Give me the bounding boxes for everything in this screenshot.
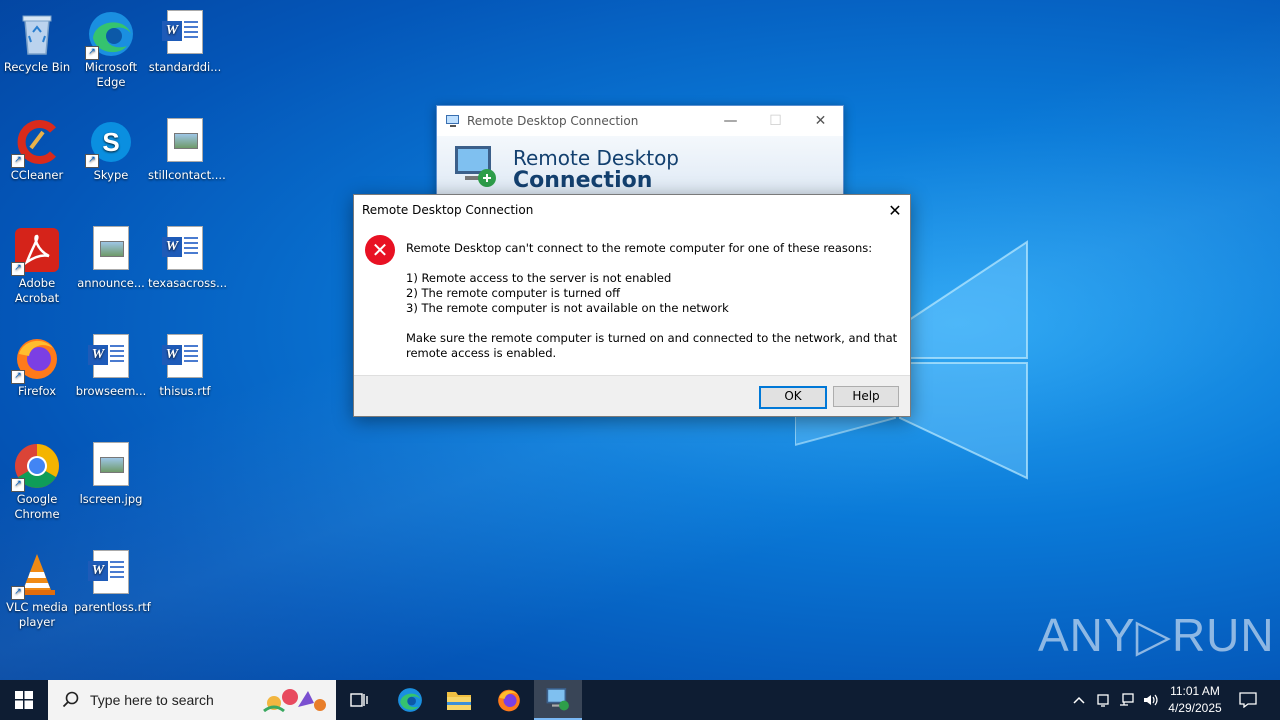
minimize-button[interactable]: — [708,106,753,136]
dialog-title: Remote Desktop Connection [362,203,534,217]
clock-time: 11:01 AM [1170,684,1220,698]
desktop-icon-adobe-acrobat[interactable]: ↗ Adobe Acrobat [0,222,74,306]
desktop-icon-browseem[interactable]: W browseem... [74,330,148,399]
desktop-icon-ccleaner[interactable]: ↗ CCleaner [0,114,74,183]
ccleaner-icon: ↗ [11,118,61,168]
rdc-window-title: Remote Desktop Connection [467,114,639,128]
svg-text:S: S [102,127,119,157]
windows-start-icon [15,691,33,709]
taskbar-file-explorer[interactable] [435,680,483,720]
word-document-icon: W [161,334,209,382]
error-dialog: Remote Desktop Connection ✕ ✕ Remote Des… [353,194,911,417]
remote-monitor-icon [455,146,496,187]
network-button[interactable] [1116,680,1138,720]
shortcut-arrow-icon: ↗ [11,370,25,384]
help-button[interactable]: Help [833,386,899,407]
anyrun-watermark: ANY▷RUN [1038,609,1275,661]
shortcut-arrow-icon: ↗ [11,154,25,168]
clock-date: 4/29/2025 [1168,701,1222,715]
folder-icon [447,692,471,710]
action-center-button[interactable] [1234,680,1262,720]
volume-button[interactable] [1140,680,1162,720]
edge-icon [398,688,422,712]
task-view-icon [350,693,368,707]
task-view-button[interactable] [336,680,384,720]
acrobat-icon: ↗ [11,226,61,276]
word-document-icon: W [161,10,209,58]
taskbar-edge[interactable] [386,680,434,720]
rdc-main-window: Remote Desktop Connection — ☐ ✕ Remote D… [436,105,844,207]
desktop-icon-stillcontact[interactable]: stillcontact.... [148,114,226,183]
image-file-icon [161,118,209,166]
desktop-icon-google-chrome[interactable]: ↗ Google Chrome [0,438,74,522]
desktop-icon-parentloss[interactable]: W parentloss.rtf [74,546,151,615]
word-document-icon: W [161,226,209,274]
speaker-icon [1144,694,1158,706]
maximize-button[interactable]: ☐ [753,106,798,136]
tray-device-icon-button[interactable] [1092,680,1114,720]
search-icon [62,691,79,708]
skype-icon: S ↗ [85,118,135,168]
chevron-up-icon [1073,696,1085,704]
desktop-icon-skype[interactable]: S ↗ Skype [74,114,148,183]
error-reason-3: 3) The remote computer is not available … [406,301,729,315]
taskbar-firefox[interactable] [485,680,533,720]
notification-icon [1239,692,1257,708]
desktop-icon-texasacross[interactable]: W texasacross... [148,222,227,291]
taskbar-clock[interactable]: 11:01 AM 4/29/2025 [1160,683,1230,717]
dialog-close-button[interactable]: ✕ [880,195,910,225]
edge-icon: ↗ [85,10,135,60]
image-file-icon [87,442,135,490]
firefox-icon [498,689,520,712]
close-button[interactable]: ✕ [798,106,843,136]
device-icon [1097,694,1109,707]
error-message-intro: Remote Desktop can't connect to the remo… [406,241,873,255]
shortcut-arrow-icon: ↗ [11,478,25,492]
error-icon: ✕ [365,235,395,265]
chrome-icon: ↗ [11,442,61,492]
remote-desktop-icon [546,688,569,711]
desktop-icon-lscreen[interactable]: lscreen.jpg [74,438,148,507]
taskbar-search-box[interactable]: Type here to search [48,680,336,720]
shortcut-arrow-icon: ↗ [85,46,99,60]
desktop-icon-recycle-bin[interactable]: Recycle Bin [0,6,74,75]
firefox-icon: ↗ [11,334,61,384]
word-document-icon: W [87,550,135,598]
rdc-banner-line2: Connection [513,168,653,193]
rdc-app-icon [446,115,459,127]
search-highlight-icon [263,689,326,713]
error-reason-1: 1) Remote access to the server is not en… [406,271,672,285]
recycle-bin-icon [13,10,61,58]
start-button[interactable] [0,680,48,720]
network-icon [1120,693,1134,706]
rdc-banner-line1: Remote Desktop [513,146,680,170]
desktop-icon-thisus[interactable]: W thisus.rtf [148,330,222,399]
ok-button[interactable]: OK [759,386,827,409]
dialog-title-bar[interactable]: Remote Desktop Connection [354,195,910,225]
taskbar-remote-desktop[interactable] [534,680,582,720]
shortcut-arrow-icon: ↗ [11,586,25,600]
error-reason-2: 2) The remote computer is turned off [406,286,621,300]
word-document-icon: W [87,334,135,382]
dialog-footer: OK Help [354,375,910,416]
desktop-icon-firefox[interactable]: ↗ Firefox [0,330,74,399]
desktop-icon-microsoft-edge[interactable]: ↗ Microsoft Edge [74,6,148,90]
show-hidden-icons-button[interactable] [1068,680,1090,720]
taskbar: Type here to search 11:01 AM 4/29/2025 [0,680,1280,720]
desktop-icon-announce[interactable]: announce... [74,222,148,291]
error-message-footer: Make sure the remote computer is turned … [406,331,898,360]
desktop-icon-standarddi[interactable]: W standarddi... [148,6,222,75]
shortcut-arrow-icon: ↗ [11,262,25,276]
search-placeholder: Type here to search [90,692,214,708]
desktop-icon-vlc[interactable]: ↗ VLC media player [0,546,74,630]
shortcut-arrow-icon: ↗ [85,154,99,168]
vlc-icon: ↗ [11,550,61,600]
image-file-icon [87,226,135,274]
